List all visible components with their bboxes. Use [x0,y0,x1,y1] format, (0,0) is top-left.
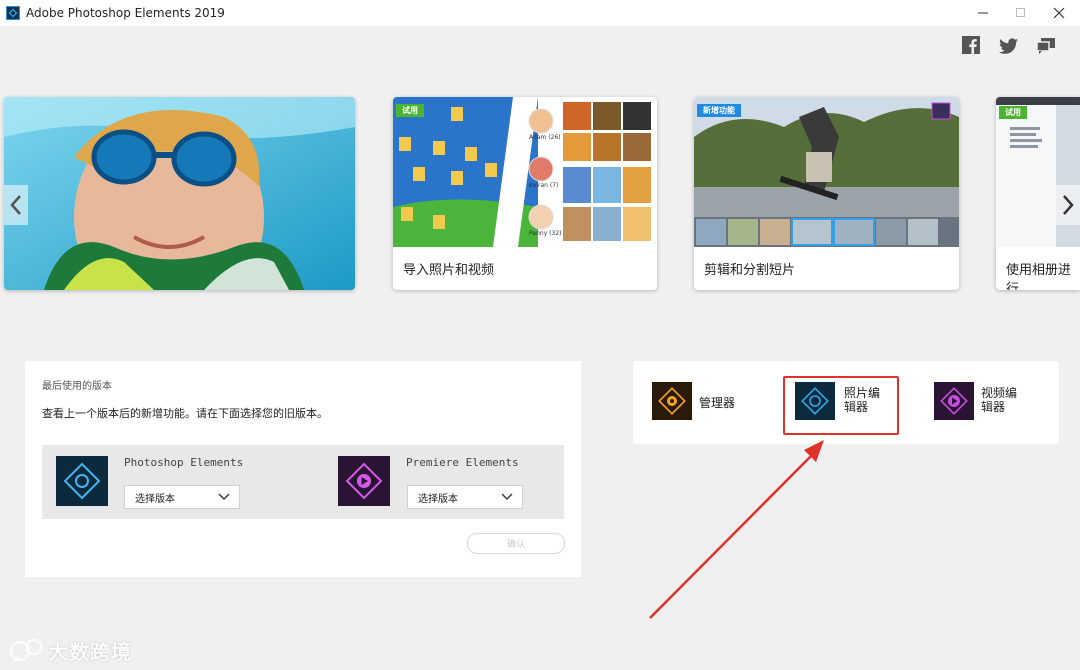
photoshop-elements-label: Photoshop Elements [124,456,244,469]
trial-tag: 试用 [396,104,424,117]
card-label: 使用相册进行 [1006,263,1072,290]
person-label: Keiran (7) [529,182,559,189]
close-icon [1053,7,1065,19]
carousel-prev-button[interactable] [4,185,28,225]
title-bar: Adobe Photoshop Elements 2019 [0,0,1080,26]
carousel-next-button[interactable] [1056,185,1080,225]
chevron-right-icon [1063,195,1074,215]
select-value: 选择版本 [135,493,175,505]
organizer-icon [652,382,692,420]
premiere-elements-icon [338,456,390,506]
video-editor-icon [934,382,974,420]
chevron-left-icon [10,195,21,215]
facebook-button[interactable] [962,36,980,58]
video-editor-label: 视频编辑器 [981,386,1018,414]
carousel-card-trim[interactable]: 新增功能 剪辑和分割短片 [694,97,959,290]
hero-photo [4,97,355,290]
confirm-button[interactable]: 确认 [467,533,565,554]
photoshop-version-select[interactable]: 选择版本 [124,485,240,509]
feedback-button[interactable] [1036,37,1056,59]
skateboard-illustration [694,97,959,247]
close-button[interactable] [1036,0,1080,26]
panel-heading: 最后使用的版本 [42,381,112,392]
watermark: 大数跨境 [8,636,132,665]
select-value: 选择版本 [418,493,458,505]
minimize-icon [978,12,988,14]
photoshop-elements-icon [56,456,108,506]
video-editor-button[interactable]: 视频编辑器 [934,382,1034,422]
person-label: Adam (26) [529,134,561,141]
version-selector-box: Photoshop Elements 选择版本 Premiere Element… [42,445,564,519]
card-label: 剪辑和分割短片 [704,263,796,278]
maximize-icon [1016,8,1025,17]
watermark-text: 大数跨境 [48,640,132,664]
facebook-icon [962,36,980,54]
annotation-arrow [649,440,824,619]
organizer-button[interactable]: 管理器 [652,382,762,422]
panel-description: 查看上一个版本后的新增功能。请在下面选择您的旧版本。 [42,407,328,420]
app-logo-icon [6,6,20,20]
twitter-button[interactable] [999,38,1019,58]
chevron-down-icon [218,493,230,500]
window-title: Adobe Photoshop Elements 2019 [26,6,225,20]
feedback-icon [1036,38,1055,54]
card-label: 导入照片和视频 [403,263,495,278]
new-feature-tag: 新增功能 [697,104,741,117]
twitter-icon [999,38,1018,54]
trial-tag: 试用 [999,106,1027,119]
premiere-elements-label: Premiere Elements [406,456,519,469]
previous-versions-panel: 最后使用的版本 查看上一个版本后的新增功能。请在下面选择您的旧版本。 Photo… [25,361,581,577]
carousel-card-hero[interactable] [4,97,355,290]
chevron-down-icon [501,493,513,500]
import-illustration [393,97,657,247]
organizer-label: 管理器 [699,396,736,410]
highlight-box [783,376,899,435]
carousel-card-import[interactable]: 试用 Adam (26) Keiran (7) Penny (32) 导入照片和… [393,97,657,290]
watermark-logo-icon [9,638,43,662]
person-label: Penny (32) [529,230,562,237]
premiere-version-select[interactable]: 选择版本 [407,485,523,509]
